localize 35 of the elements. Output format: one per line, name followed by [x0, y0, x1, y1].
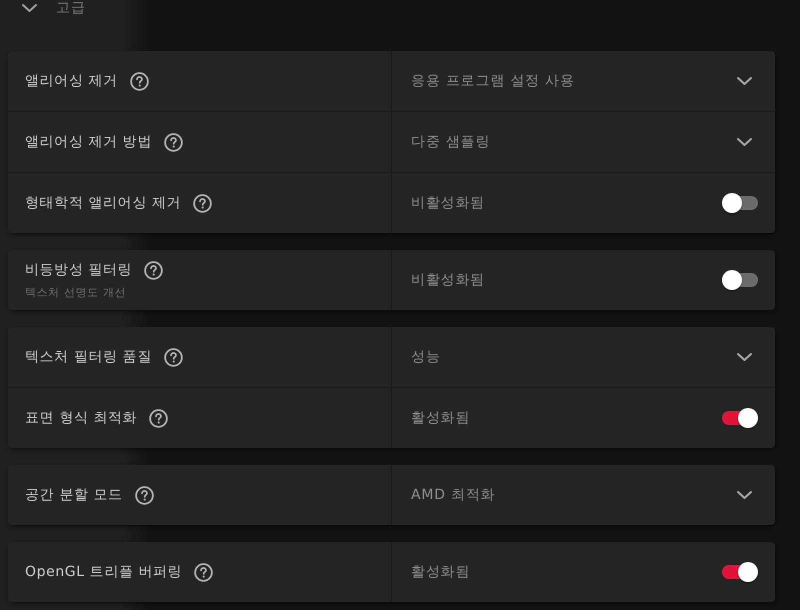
setting-label: OpenGL 트리플 버퍼링 [25, 563, 182, 581]
toggle-switch[interactable] [722, 193, 758, 213]
help-icon[interactable] [130, 72, 149, 90]
chevron-down-icon [737, 137, 752, 147]
help-icon[interactable] [164, 132, 183, 152]
help-icon[interactable] [144, 260, 164, 280]
setting-label: 텍스처 필터링 품질 [25, 348, 152, 366]
setting-label: 공간 분할 모드 [25, 486, 123, 504]
help-icon[interactable] [134, 486, 154, 504]
setting-description: 텍스처 선명도 개선 [25, 284, 126, 300]
help-icon[interactable] [164, 348, 183, 366]
help-icon[interactable] [194, 562, 214, 582]
chevron-down-icon [737, 352, 752, 362]
setting-label: 형태학적 앨리어싱 제거 [25, 194, 182, 212]
dropdown-select[interactable]: 다중 샘플링 [392, 112, 775, 172]
toggle-state-label: 활성화됨 [411, 563, 470, 581]
setting-label: 표면 형식 최적화 [25, 409, 138, 427]
help-icon[interactable] [193, 194, 212, 212]
dropdown-select[interactable]: 성능 [392, 327, 775, 387]
setting-label: 비등방성 필터링 [25, 261, 132, 279]
setting-label: 앨리어싱 제거 [25, 72, 118, 90]
toggle-switch[interactable] [722, 562, 758, 582]
toggle-switch[interactable] [722, 270, 758, 290]
toggle-state-label: 활성화됨 [411, 409, 470, 427]
setting-label: 앨리어싱 제거 방법 [25, 133, 152, 151]
chevron-down-icon [22, 3, 37, 13]
toggle-switch[interactable] [722, 408, 758, 428]
toggle-state-label: 비활성화됨 [411, 271, 485, 289]
chevron-down-icon [737, 76, 752, 86]
section-header[interactable]: 고급 [22, 0, 86, 17]
help-icon[interactable] [149, 408, 168, 428]
dropdown-select[interactable]: AMD 최적화 [392, 465, 775, 525]
toggle-state-label: 비활성화됨 [411, 194, 485, 212]
chevron-down-icon [737, 490, 752, 500]
dropdown-select[interactable]: 응용 프로그램 설정 사용 [392, 51, 775, 111]
